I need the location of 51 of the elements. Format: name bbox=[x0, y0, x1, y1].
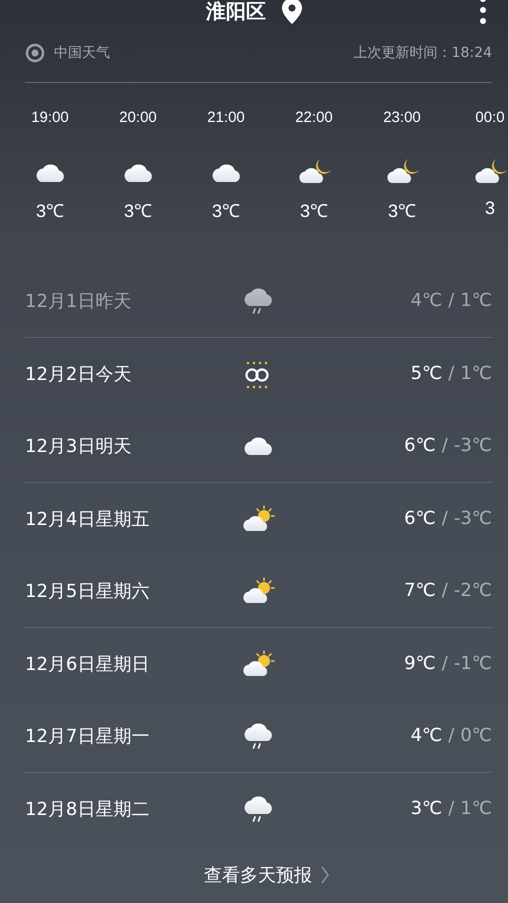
low-temperature: 0℃ bbox=[460, 725, 492, 746]
high-temperature: 6℃ bbox=[404, 435, 436, 456]
temperature-separator: / bbox=[448, 798, 454, 820]
hour-temperature: 3℃ bbox=[212, 200, 240, 222]
day-label: 12月6日星期日 bbox=[25, 652, 150, 676]
high-temperature: 7℃ bbox=[404, 580, 436, 602]
location-pin-icon[interactable] bbox=[282, 0, 302, 24]
temperature-separator: / bbox=[442, 580, 448, 602]
low-temperature: 1℃ bbox=[460, 290, 492, 312]
hour-time: 21:00 bbox=[207, 109, 245, 126]
high-temperature: 4℃ bbox=[410, 290, 442, 312]
high-temperature: 3℃ bbox=[410, 798, 442, 820]
temperature-separator: / bbox=[442, 435, 448, 456]
day-label: 12月3日明天 bbox=[25, 434, 132, 458]
update-time: 上次更新时间：18:24 bbox=[354, 44, 492, 62]
low-temperature: 1℃ bbox=[460, 798, 492, 820]
day-label: 12月7日星期一 bbox=[25, 724, 150, 748]
chevron-icon bbox=[320, 865, 330, 885]
high-temperature: 4℃ bbox=[410, 725, 442, 746]
more-menu-icon[interactable] bbox=[479, 0, 487, 26]
day-label: 12月5日星期六 bbox=[25, 580, 150, 603]
hour-time: 19:00 bbox=[31, 109, 69, 126]
source-name: 中国天气 bbox=[54, 44, 110, 62]
low-temperature: 1℃ bbox=[460, 363, 492, 384]
low-temperature: -3℃ bbox=[454, 435, 492, 456]
temperature-separator: / bbox=[442, 653, 448, 674]
high-temperature: 6℃ bbox=[404, 508, 436, 530]
forecast-link[interactable]: 查看多天预报 bbox=[178, 863, 330, 887]
hour-temperature: 3℃ bbox=[388, 200, 416, 222]
hour-time: 20:00 bbox=[119, 109, 157, 126]
hour-time: 22:00 bbox=[295, 109, 333, 126]
day-label: 12月4日星期五 bbox=[25, 508, 150, 531]
temperature-separator: / bbox=[442, 508, 448, 530]
hour-temperature: 3 bbox=[484, 198, 495, 219]
hour-time: 23:00 bbox=[383, 109, 421, 126]
hour-time: 00:0 bbox=[475, 109, 505, 126]
day-label: 12月8日星期二 bbox=[25, 798, 150, 821]
temperature-separator: / bbox=[448, 290, 454, 312]
day-label: 12月2日今天 bbox=[25, 362, 132, 386]
low-temperature: -1℃ bbox=[454, 653, 492, 674]
hour-temperature: 3℃ bbox=[300, 200, 328, 222]
low-temperature: -2℃ bbox=[454, 580, 492, 602]
low-temperature: -3℃ bbox=[454, 508, 492, 530]
day-label: 12月1日昨天 bbox=[25, 290, 132, 313]
hour-temperature: 3℃ bbox=[36, 200, 64, 222]
high-temperature: 5℃ bbox=[410, 363, 442, 384]
temperature-separator: / bbox=[448, 363, 454, 384]
high-temperature: 9℃ bbox=[404, 653, 436, 674]
hour-temperature: 3℃ bbox=[124, 200, 152, 222]
temperature-separator: / bbox=[448, 725, 454, 746]
location-title: 淮阳区 bbox=[206, 0, 266, 24]
